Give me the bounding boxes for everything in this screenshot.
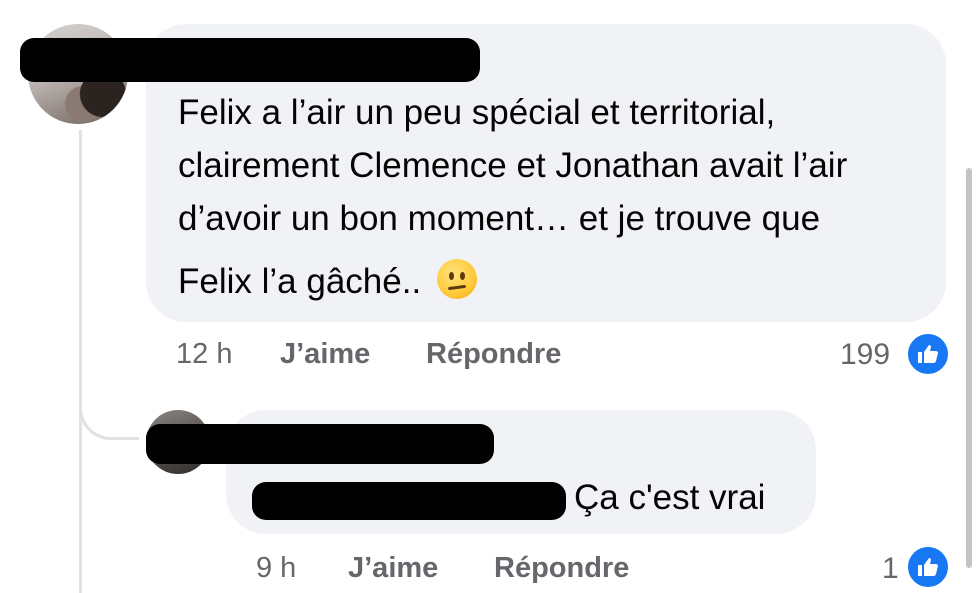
reaction-count[interactable]: 199 bbox=[840, 338, 890, 372]
comment-line: d’avoir un bon moment… et je trouve que bbox=[178, 199, 821, 238]
comment-line-last: Felix l’a gâché.. bbox=[178, 255, 938, 308]
comment-line: Felix l’a gâché.. bbox=[178, 262, 422, 301]
reply-button[interactable]: Répondre bbox=[426, 338, 561, 371]
thumbs-up-icon[interactable] bbox=[906, 545, 950, 589]
reaction-count[interactable]: 1 bbox=[882, 552, 899, 586]
thumbs-up-icon[interactable] bbox=[906, 332, 950, 376]
redacted-mention bbox=[252, 482, 566, 520]
thread-line bbox=[79, 130, 82, 593]
confused-face-icon bbox=[437, 259, 478, 299]
comment-timestamp: 12 h bbox=[176, 338, 233, 370]
comment-line: clairement Clemence et Jonathan avait l’… bbox=[178, 146, 848, 185]
like-button[interactable]: J’aime bbox=[280, 338, 370, 371]
reply-button[interactable]: Répondre bbox=[494, 552, 629, 585]
thread-line-curve bbox=[79, 380, 139, 440]
scrollbar[interactable] bbox=[966, 168, 972, 568]
redacted-author-name bbox=[146, 424, 494, 464]
comment-text: Felix a l’air un peu spécial et territor… bbox=[178, 86, 938, 308]
reply-text: Ça c'est vrai bbox=[574, 478, 766, 517]
comment-line: Felix a l’air un peu spécial et territor… bbox=[178, 93, 776, 132]
comment-timestamp: 9 h bbox=[256, 552, 297, 584]
like-button[interactable]: J’aime bbox=[348, 552, 438, 585]
redacted-author-name bbox=[20, 38, 480, 82]
